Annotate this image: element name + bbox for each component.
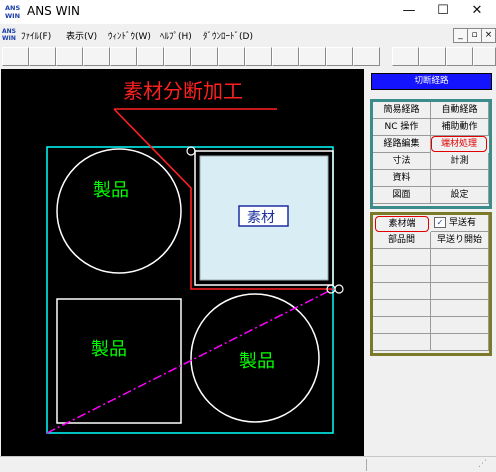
toolbar-button[interactable]: [353, 47, 380, 66]
between-parts-button[interactable]: 部品間: [373, 232, 431, 249]
start-marker: [186, 146, 196, 156]
toolbar-button[interactable]: [56, 47, 83, 66]
material-edge-button[interactable]: 素材端: [375, 216, 429, 232]
maximize-button[interactable]: ☐: [426, 0, 460, 24]
material-label: 素材: [247, 210, 275, 226]
empty-button[interactable]: [431, 300, 489, 317]
panel-header-button[interactable]: 切断経路: [371, 73, 492, 90]
product-label: 製品: [93, 180, 129, 201]
toolbar-button[interactable]: [2, 47, 29, 66]
mdi-app-icon: ANS WIN: [2, 28, 16, 42]
menu-view[interactable]: 表示(V): [66, 29, 97, 42]
empty-button[interactable]: [373, 317, 431, 334]
empty-button[interactable]: [431, 283, 489, 300]
annotation-label: 素材分断加工: [123, 79, 243, 103]
resize-grip-icon[interactable]: ⋰: [478, 459, 492, 471]
toolbar-button[interactable]: [137, 47, 164, 66]
menu-bar: ANS WIN ﾌｧｲﾙ(F) 表示(V) ｳｨﾝﾄﾞｳ(W) ﾍﾙﾌﾟ(H) ﾀ…: [0, 25, 496, 45]
menu-help[interactable]: ﾍﾙﾌﾟ(H): [160, 29, 192, 42]
dimension-button[interactable]: 寸法: [373, 153, 431, 170]
toolbar-button[interactable]: [326, 47, 353, 66]
toolbar-button[interactable]: [29, 47, 56, 66]
measure-button[interactable]: 計測: [431, 153, 489, 170]
status-bar: ⋰: [0, 456, 496, 472]
data-button[interactable]: 資料: [373, 170, 431, 187]
nc-operation-button[interactable]: NC 操作: [373, 119, 431, 136]
status-divider: [366, 459, 367, 471]
empty-button[interactable]: [373, 266, 431, 283]
mdi-minimize-button[interactable]: _: [453, 28, 468, 43]
toolbar-button[interactable]: [419, 47, 446, 66]
drawing-button[interactable]: 図面: [373, 187, 431, 204]
product-label: 製品: [239, 351, 275, 372]
toolbar-button[interactable]: [83, 47, 110, 66]
rapid-feed-toggle[interactable]: ✓ 早送有: [431, 215, 489, 232]
scrap-options-group: 素材端 ✓ 早送有 部品間 早送り開始: [370, 212, 492, 356]
drawing-canvas[interactable]: 素材分断加工 製品 製品 製品 素材: [1, 69, 364, 456]
rapid-start-button[interactable]: 早送り開始: [431, 232, 489, 249]
mdi-restore-button[interactable]: ▫: [467, 28, 482, 43]
toolbar-button[interactable]: [218, 47, 245, 66]
toolbar-button[interactable]: [446, 47, 473, 66]
rapid-feed-label: 早送有: [449, 218, 477, 228]
empty-button[interactable]: [431, 266, 489, 283]
toolbar-button[interactable]: [245, 47, 272, 66]
toolbar-button[interactable]: [191, 47, 218, 66]
empty-button[interactable]: [431, 334, 489, 351]
product-square: [56, 298, 182, 424]
window-title: ANS WIN: [27, 4, 80, 18]
empty-button[interactable]: [431, 249, 489, 266]
empty-button[interactable]: [373, 283, 431, 300]
path-edit-button[interactable]: 経路編集: [373, 136, 431, 153]
menu-window[interactable]: ｳｨﾝﾄﾞｳ(W): [108, 29, 151, 42]
checkbox-icon[interactable]: ✓: [434, 217, 446, 228]
toolbar-button[interactable]: [392, 47, 419, 66]
empty-button[interactable]: [373, 334, 431, 351]
auto-path-button[interactable]: 自動経路: [431, 102, 489, 119]
title-bar: ANS WIN ANS WIN — ☐ ✕: [0, 0, 496, 24]
toolbar-button[interactable]: [110, 47, 137, 66]
toolbar-button[interactable]: [272, 47, 299, 66]
menu-file[interactable]: ﾌｧｲﾙ(F): [21, 29, 51, 42]
empty-button[interactable]: [431, 170, 489, 187]
app-logo-icon: ANS WIN: [5, 4, 21, 20]
empty-button[interactable]: [373, 249, 431, 266]
product-circle-top-left: [56, 148, 182, 274]
toolbar-button[interactable]: [473, 47, 496, 66]
toolbar-button[interactable]: [164, 47, 191, 66]
settings-button[interactable]: 設定: [431, 187, 489, 204]
menu-download[interactable]: ﾀﾞｳﾝﾛｰﾄﾞ(D): [203, 29, 253, 42]
aux-action-button[interactable]: 補助動作: [431, 119, 489, 136]
operation-group: 簡易経路 自動経路 NC 操作 補助動作 経路編集 端材処理 寸法 計測 資料 …: [370, 99, 492, 209]
toolbar-button[interactable]: [299, 47, 326, 66]
simple-path-button[interactable]: 簡易経路: [373, 102, 431, 119]
empty-button[interactable]: [373, 300, 431, 317]
product-label: 製品: [91, 339, 127, 360]
scrap-process-button[interactable]: 端材処理: [431, 136, 487, 152]
control-panel: 切断経路 簡易経路 自動経路 NC 操作 補助動作 経路編集 端材処理 寸法 計…: [364, 69, 496, 456]
close-button[interactable]: ✕: [460, 0, 494, 24]
minimize-button[interactable]: —: [392, 0, 426, 24]
end-marker: [334, 284, 344, 294]
mdi-close-button[interactable]: ×: [481, 28, 496, 43]
empty-button[interactable]: [431, 317, 489, 334]
